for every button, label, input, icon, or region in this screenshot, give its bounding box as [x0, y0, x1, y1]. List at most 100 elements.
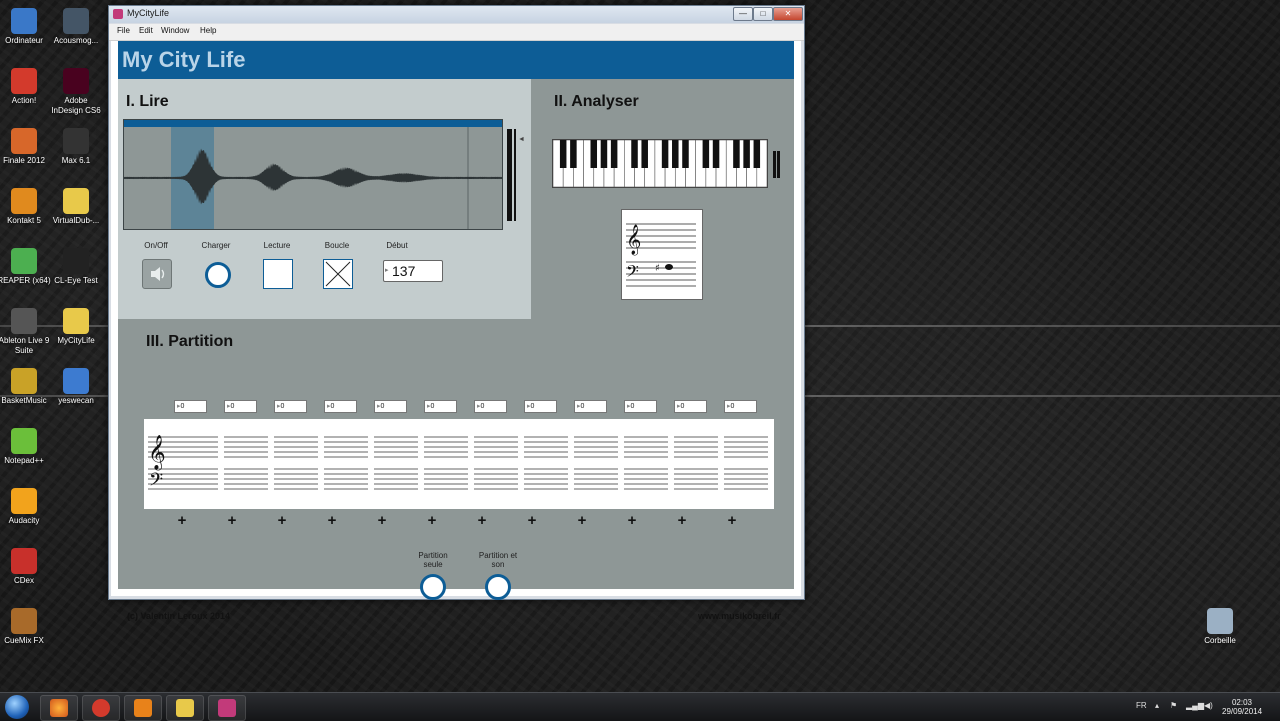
desktop-icon[interactable]: Ordinateur — [0, 8, 52, 46]
menu-window[interactable]: Window — [161, 26, 189, 35]
piano-keyboard[interactable] — [552, 139, 768, 188]
add-note-button[interactable]: + — [224, 512, 240, 529]
desktop-icon[interactable]: Corbeille — [1192, 608, 1248, 646]
window-titlebar[interactable]: MyCityLife — □ ✕ — [109, 6, 804, 23]
measure-number-box[interactable]: ▸0 — [324, 400, 357, 413]
volume-icon[interactable]: ◀) — [1204, 701, 1213, 710]
close-button[interactable]: ✕ — [773, 7, 803, 21]
add-note-button[interactable]: + — [624, 512, 640, 529]
measure-value: 0 — [630, 403, 635, 410]
taskbar-firefox[interactable] — [40, 695, 78, 721]
tray-arrow-icon[interactable]: ▴ — [1155, 701, 1159, 710]
desktop-icon[interactable]: Acousmog... — [48, 8, 104, 46]
language-indicator[interactable]: FR — [1136, 701, 1147, 710]
app-icon — [113, 9, 123, 19]
add-note-button[interactable]: + — [674, 512, 690, 529]
network-icon[interactable]: ▂▄▆ — [1186, 701, 1204, 710]
partition-et-son-button[interactable] — [485, 574, 511, 600]
desktop-icon-label: CL-Eye Test — [54, 276, 98, 285]
file-icon — [11, 368, 37, 394]
add-note-button[interactable]: + — [374, 512, 390, 529]
sharp-icon: ♯ — [655, 263, 660, 274]
add-note-button[interactable]: + — [474, 512, 490, 529]
desktop-icon[interactable]: Notepad++ — [0, 428, 52, 466]
clock[interactable]: 02:03 29/09/2014 — [1222, 698, 1262, 716]
waveform-display[interactable] — [123, 119, 503, 230]
kontakt-icon — [11, 188, 37, 214]
desktop-icon[interactable]: CDex — [0, 548, 52, 586]
desktop-icon[interactable]: REAPER (x64) — [0, 248, 52, 286]
add-note-button[interactable]: + — [424, 512, 440, 529]
taskbar-mycitylife[interactable] — [208, 695, 246, 721]
waveform-svg — [124, 127, 502, 229]
notepad-icon — [11, 428, 37, 454]
measure-number-box[interactable]: ▸0 — [224, 400, 257, 413]
desktop-icon[interactable]: CL-Eye Test — [48, 248, 104, 286]
desktop-icon[interactable]: Kontakt 5 — [0, 188, 52, 226]
measure-number-box[interactable]: ▸0 — [474, 400, 507, 413]
taskbar-explorer[interactable] — [166, 695, 204, 721]
maximize-button[interactable]: □ — [753, 7, 773, 21]
mycitylife-icon — [218, 699, 236, 717]
add-note-button[interactable]: + — [274, 512, 290, 529]
speaker-icon — [151, 267, 165, 281]
desktop-icon[interactable]: MyCityLife — [48, 308, 104, 346]
desktop-icon[interactable]: BasketMusic — [0, 368, 52, 406]
firefox-icon — [50, 699, 68, 717]
measure-number-box[interactable]: ▸0 — [524, 400, 557, 413]
desktop-icon[interactable]: CueMix FX — [0, 608, 52, 646]
desktop-icon-label: Notepad++ — [4, 456, 44, 465]
desktop-icon-label: Ableton Live 9 Suite — [0, 336, 50, 355]
menu-file[interactable]: File — [117, 26, 130, 35]
desktop-icon[interactable]: yeswecan — [48, 368, 104, 406]
onoff-toggle[interactable] — [142, 259, 172, 289]
measure-number-box[interactable]: ▸0 — [624, 400, 657, 413]
lecture-toggle[interactable] — [263, 259, 293, 289]
desktop-icon[interactable]: Finale 2012 — [0, 128, 52, 166]
measure-number-box[interactable]: ▸0 — [724, 400, 757, 413]
desktop-icon[interactable]: Action! — [0, 68, 52, 106]
add-note-button[interactable]: + — [574, 512, 590, 529]
measure-number-box[interactable]: ▸0 — [674, 400, 707, 413]
add-note-button[interactable]: + — [174, 512, 190, 529]
desktop-icon-label: Max 6.1 — [61, 156, 91, 165]
boucle-toggle[interactable] — [323, 259, 353, 289]
debut-value: 137 — [392, 263, 416, 279]
wav-file-icon — [63, 368, 89, 394]
menu-help[interactable]: Help — [200, 26, 216, 35]
menu-edit[interactable]: Edit — [139, 26, 153, 35]
desktop-icon-label: CDex — [13, 576, 34, 585]
clock-time: 02:03 — [1231, 698, 1253, 707]
debut-number-box[interactable]: ▸ 137 — [383, 260, 443, 282]
computer-icon — [11, 8, 37, 34]
taskbar-vlc[interactable] — [124, 695, 162, 721]
desktop-icon[interactable]: Audacity — [0, 488, 52, 526]
partition-seule-button[interactable] — [420, 574, 446, 600]
boucle-label: Boucle — [324, 241, 350, 250]
cuemix-icon — [11, 608, 37, 634]
folder-icon — [63, 188, 89, 214]
measure-number-box[interactable]: ▸0 — [574, 400, 607, 413]
partition-seule-label: Partition seule — [418, 551, 448, 569]
start-button[interactable] — [5, 695, 29, 719]
taskbar-action[interactable] — [82, 695, 120, 721]
taskbar: FR ▴ ⚑ ▂▄▆ ◀) 02:03 29/09/2014 — [0, 692, 1280, 721]
desktop-icon[interactable]: Adobe InDesign CS6 — [48, 68, 104, 116]
measure-number-box[interactable]: ▸0 — [174, 400, 207, 413]
desktop-icon[interactable]: Max 6.1 — [48, 128, 104, 166]
flag-icon[interactable]: ⚑ — [1170, 701, 1177, 710]
measure-value: 0 — [530, 403, 535, 410]
website-link[interactable]: www.musikobreil.fr — [698, 611, 781, 621]
charger-button[interactable] — [205, 262, 231, 288]
measure-number-box[interactable]: ▸0 — [274, 400, 307, 413]
measure-number-box[interactable]: ▸0 — [374, 400, 407, 413]
measure-number-box[interactable]: ▸0 — [424, 400, 457, 413]
add-note-button[interactable]: + — [324, 512, 340, 529]
add-note-button[interactable]: + — [724, 512, 740, 529]
charger-label: Charger — [201, 241, 231, 250]
minimize-button[interactable]: — — [733, 7, 753, 21]
add-note-button[interactable]: + — [524, 512, 540, 529]
desktop-icon[interactable]: Ableton Live 9 Suite — [0, 308, 52, 356]
desktop-icon[interactable]: VirtualDub-... — [48, 188, 104, 226]
desktop-icon-label: CueMix FX — [4, 636, 44, 645]
